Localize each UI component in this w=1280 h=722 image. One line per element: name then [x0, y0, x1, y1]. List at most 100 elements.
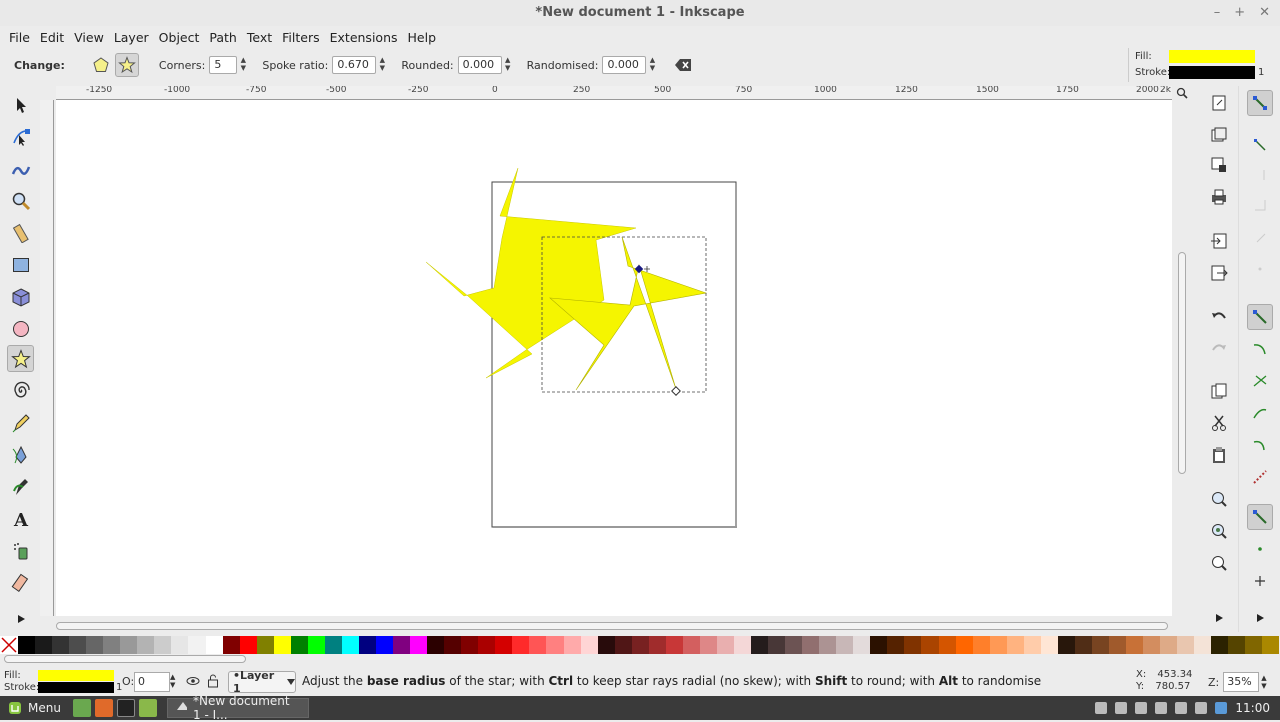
palette-swatch[interactable] — [751, 636, 769, 654]
zoom-corner-button[interactable] — [1172, 86, 1192, 100]
fill-stroke-indicator[interactable]: Fill: Stroke: 1 — [1128, 48, 1280, 82]
stroke-swatch[interactable] — [1169, 66, 1255, 79]
palette-swatch[interactable] — [222, 636, 240, 654]
horizontal-scrollbar[interactable] — [56, 618, 1172, 632]
palette-swatch[interactable] — [427, 636, 445, 654]
lock-layer-button[interactable] — [207, 674, 219, 691]
start-menu-button[interactable]: Menu — [0, 701, 69, 715]
shield-icon[interactable] — [1215, 702, 1228, 714]
spiral-tool[interactable] — [7, 377, 34, 404]
maximize-button[interactable]: + — [1234, 0, 1245, 26]
measure-tool[interactable] — [7, 219, 34, 246]
palette-swatch[interactable] — [154, 636, 172, 654]
redo-button[interactable] — [1206, 336, 1232, 362]
snap-rotation-center-button[interactable] — [1247, 536, 1273, 562]
corners-input[interactable]: 5 — [209, 56, 238, 74]
palette-swatch[interactable] — [836, 636, 854, 654]
palette-swatch[interactable] — [563, 636, 581, 654]
opacity-spinner[interactable]: ▲ ▼ — [170, 673, 175, 689]
palette-swatch[interactable] — [1040, 636, 1058, 654]
spoke-ratio-spinner[interactable]: ▲ ▼ — [377, 56, 387, 74]
clock[interactable]: 11:00 — [1235, 701, 1270, 715]
more-snap-button[interactable] — [1247, 605, 1273, 631]
palette-swatch[interactable] — [1262, 636, 1280, 654]
palette-swatch[interactable] — [324, 636, 342, 654]
zoom-page-button[interactable] — [1206, 550, 1232, 576]
palette-swatch[interactable] — [478, 636, 496, 654]
corners-spinner[interactable]: ▲ ▼ — [238, 56, 248, 74]
rounded-input[interactable]: 0.000 — [457, 56, 502, 74]
pencil-tool[interactable] — [7, 409, 34, 436]
open-button[interactable] — [1206, 122, 1232, 148]
palette-swatch[interactable] — [921, 636, 939, 654]
palette-swatch[interactable] — [904, 636, 922, 654]
terminal-icon[interactable] — [116, 699, 135, 717]
star-mode-button[interactable] — [114, 53, 139, 77]
status-fill-swatch[interactable] — [38, 670, 114, 681]
palette-swatch[interactable] — [819, 636, 837, 654]
palette-swatch[interactable] — [546, 636, 564, 654]
palette-swatch[interactable] — [358, 636, 376, 654]
palette-swatch[interactable] — [341, 636, 359, 654]
copy-button[interactable] — [1206, 378, 1232, 404]
undo-button[interactable] — [1206, 304, 1232, 330]
opacity-input[interactable]: 0 — [134, 672, 170, 692]
palette-swatch[interactable] — [393, 636, 411, 654]
node-tool[interactable] — [7, 123, 34, 150]
palette-swatch[interactable] — [1177, 636, 1195, 654]
export-button[interactable] — [1206, 260, 1232, 286]
snap-page-border-button[interactable] — [1247, 568, 1273, 594]
palette-swatch[interactable] — [410, 636, 428, 654]
palette-swatch[interactable] — [103, 636, 121, 654]
snap-paths-button[interactable] — [1247, 336, 1273, 362]
network-icon[interactable] — [1115, 702, 1128, 714]
palette-swatch[interactable] — [256, 636, 274, 654]
palette-swatch[interactable] — [768, 636, 786, 654]
menu-extensions[interactable]: Extensions — [325, 30, 403, 45]
palette-swatch[interactable] — [239, 636, 257, 654]
canvas-drawing[interactable] — [56, 100, 1172, 616]
snap-toggle-button[interactable] — [1247, 90, 1273, 116]
palette-swatch[interactable] — [120, 636, 138, 654]
palette-swatch[interactable] — [307, 636, 325, 654]
palette-swatch[interactable] — [52, 636, 70, 654]
firefox-icon[interactable] — [94, 699, 113, 717]
snap-smooth-nodes-button[interactable] — [1247, 432, 1273, 458]
palette-swatch[interactable] — [35, 636, 53, 654]
snap-nodes-button[interactable] — [1247, 304, 1273, 330]
palette-swatch[interactable] — [461, 636, 479, 654]
palette-swatch[interactable] — [733, 636, 752, 654]
vscroll-thumb[interactable] — [1178, 252, 1186, 474]
vertical-scrollbar[interactable] — [1172, 100, 1192, 616]
menu-help[interactable]: Help — [403, 30, 442, 45]
menu-filters[interactable]: Filters — [277, 30, 324, 45]
rounded-spinner[interactable]: ▲ ▼ — [503, 56, 513, 74]
menu-view[interactable]: View — [69, 30, 109, 45]
palette-swatch[interactable] — [1109, 636, 1127, 654]
snap-bbox-center-button[interactable] — [1247, 256, 1273, 282]
palette-swatch[interactable] — [648, 636, 666, 654]
box3d-tool[interactable] — [7, 283, 34, 310]
snap-object-center-button[interactable] — [1247, 504, 1273, 530]
menu-text[interactable]: Text — [242, 30, 277, 45]
paste-button[interactable] — [1206, 442, 1232, 468]
palette-swatch[interactable] — [682, 636, 700, 654]
palette-swatch[interactable] — [171, 636, 189, 654]
palette-swatch[interactable] — [290, 636, 308, 654]
save-button[interactable] — [1206, 152, 1232, 178]
reset-defaults-button[interactable] — [671, 53, 695, 77]
text-tool[interactable]: A — [7, 505, 34, 532]
menu-path[interactable]: Path — [204, 30, 241, 45]
hide-layer-button[interactable] — [186, 674, 200, 691]
import-button[interactable] — [1206, 228, 1232, 254]
minimize-button[interactable]: – — [1214, 0, 1221, 26]
palette-swatch[interactable] — [665, 636, 683, 654]
palette-swatch[interactable] — [1228, 636, 1246, 654]
palette-swatch[interactable] — [870, 636, 888, 654]
files-icon[interactable] — [138, 699, 157, 717]
snap-bbox-edge-button[interactable] — [1247, 162, 1273, 188]
close-button[interactable]: ✕ — [1259, 0, 1270, 26]
palette-swatch[interactable] — [802, 636, 820, 654]
palette-swatch[interactable] — [1074, 636, 1092, 654]
palette-swatch[interactable] — [1245, 636, 1263, 654]
